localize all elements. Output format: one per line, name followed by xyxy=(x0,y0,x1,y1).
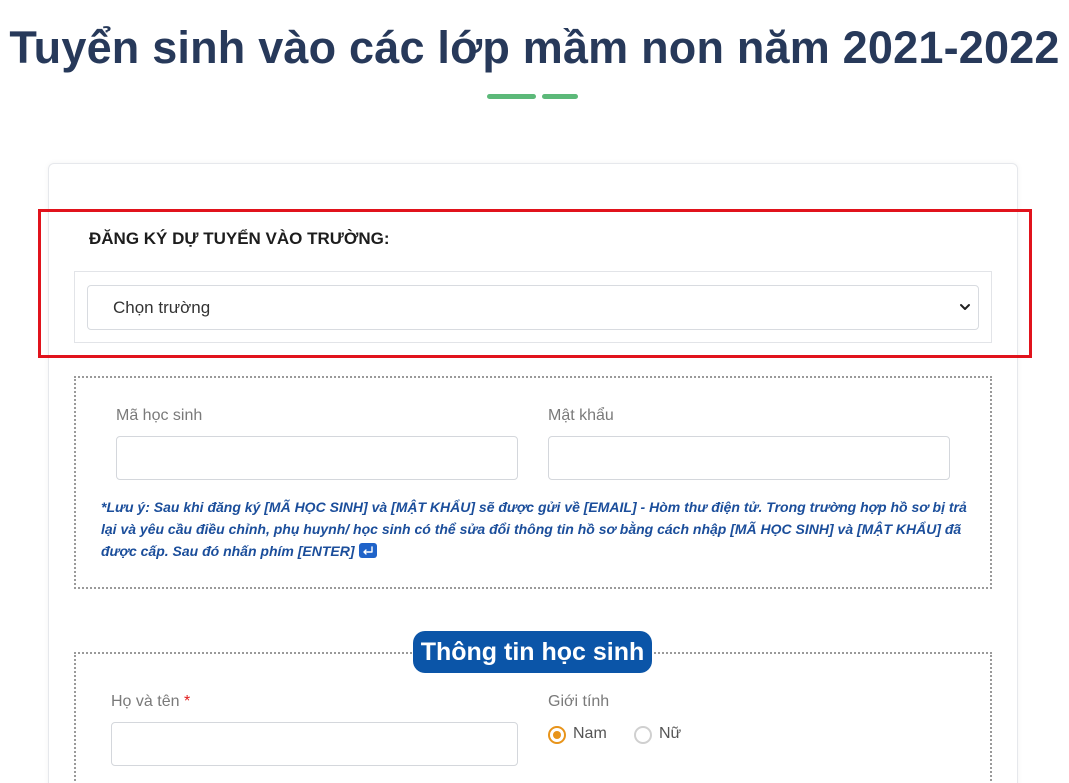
chevron-down-icon xyxy=(960,304,970,310)
school-select[interactable]: Chọn trường xyxy=(87,285,979,330)
student-code-label: Mã học sinh xyxy=(116,407,203,424)
gender-label: Giới tính xyxy=(548,693,610,710)
fullname-input[interactable] xyxy=(111,722,518,766)
fullname-label-text: Họ và tên xyxy=(111,693,180,710)
gender-radio-male[interactable] xyxy=(548,726,566,744)
school-select-value: Chọn trường xyxy=(113,297,211,317)
fullname-label: Họ và tên * xyxy=(111,693,190,711)
login-note-text: *Lưu ý: Sau khi đăng ký [MÃ HỌC SINH] và… xyxy=(101,499,967,559)
enter-key-icon xyxy=(358,543,377,558)
gender-option-male[interactable]: Nam xyxy=(573,725,607,743)
school-select-label: ĐĂNG KÝ DỰ TUYỂN VÀO TRƯỜNG: xyxy=(89,229,390,248)
title-underline-right xyxy=(542,94,578,99)
student-code-input[interactable] xyxy=(116,436,518,480)
password-label: Mật khẩu xyxy=(548,407,614,424)
title-underline-left xyxy=(487,94,536,99)
password-input[interactable] xyxy=(548,436,950,480)
page-title: Tuyển sinh vào các lớp mầm non năm 2021-… xyxy=(9,22,1060,73)
student-info-title: Thông tin học sinh xyxy=(413,631,652,673)
gender-option-female[interactable]: Nữ xyxy=(659,725,681,743)
login-note: *Lưu ý: Sau khi đăng ký [MÃ HỌC SINH] và… xyxy=(101,496,981,562)
gender-radio-female[interactable] xyxy=(634,726,652,744)
required-mark: * xyxy=(183,693,191,710)
